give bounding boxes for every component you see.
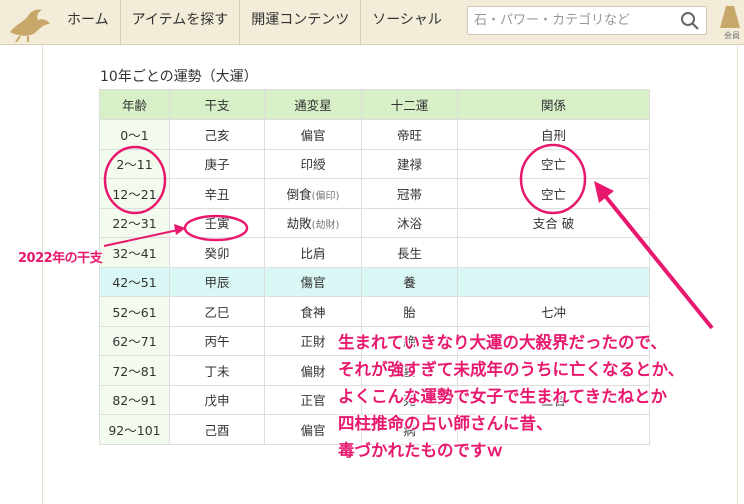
- arrow-comment-line: [600, 190, 714, 330]
- comment-line-5: 毒づかれたものですｗ: [338, 441, 503, 460]
- circle-kanshi-2022: [183, 214, 249, 242]
- circle-kuubou: [519, 143, 587, 215]
- arrow-comment-head: [594, 181, 614, 203]
- comment-text: 生まれていきなり大運の大殺界だったので、 それが強すぎて未成年のうちに亡くなると…: [338, 329, 738, 464]
- arrow-2022-line: [103, 229, 179, 247]
- comment-line-2: それが強すぎて未成年のうちに亡くなるとか、: [338, 360, 685, 379]
- comment-line-3: よくこんな運勢で女子で生まれてきたねとか: [338, 387, 668, 406]
- circle-ages: [103, 145, 167, 215]
- label-2022-kanshi: 2022年の干支: [18, 251, 103, 266]
- comment-line-4: 四柱推命の占い師さんに昔、: [338, 414, 553, 433]
- comment-line-1: 生まれていきなり大運の大殺界だったので、: [338, 333, 667, 352]
